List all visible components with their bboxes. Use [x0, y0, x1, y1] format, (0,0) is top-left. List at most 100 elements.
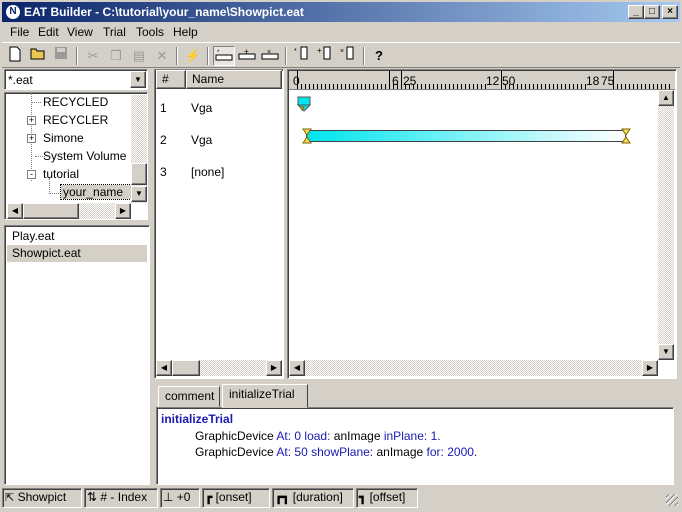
scroll-right-icon[interactable]: ▶	[642, 360, 658, 376]
onset-icon: ┏	[205, 490, 213, 504]
resize-grip-icon[interactable]	[666, 494, 678, 506]
svg-text:×: ×	[340, 48, 344, 55]
file-item-play[interactable]: Play.eat	[7, 228, 147, 245]
ruler-label: 18	[586, 74, 600, 88]
trial-name: Vga	[191, 101, 213, 115]
svg-text:+: +	[244, 48, 249, 56]
offset-icon: ┓	[359, 490, 367, 504]
copy-icon[interactable]: ❐	[105, 46, 127, 66]
status-duration[interactable]: ┏┓ [duration]	[272, 488, 354, 508]
timeline-vertical-scrollbar[interactable]	[658, 90, 674, 360]
onset-handle-icon[interactable]	[302, 128, 312, 147]
trial-list[interactable]: # Name 1 Vga 2 Vga 3 [none] ◀ ▶	[154, 69, 284, 379]
file-filter-combo[interactable]: *.eat ▼	[4, 69, 148, 90]
scroll-right-icon[interactable]: ▶	[115, 203, 131, 219]
menu-view[interactable]: View	[67, 25, 93, 39]
scroll-left-icon[interactable]: ◀	[7, 203, 23, 219]
scroll-thumb[interactable]	[131, 163, 147, 185]
save-icon[interactable]	[50, 46, 72, 66]
scroll-right-icon[interactable]: ▶	[266, 360, 282, 376]
trial-row[interactable]: 2 Vga	[155, 130, 281, 150]
duration-icon: ┏┓	[275, 490, 290, 504]
offset-handle-icon[interactable]	[621, 128, 631, 147]
menu-trial[interactable]: Trial	[103, 25, 126, 39]
maximize-button[interactable]: □	[644, 5, 660, 19]
scroll-left-icon[interactable]: ◀	[289, 360, 305, 376]
directory-tree[interactable]: RECYCLED + RECYCLER + Simone System Volu…	[4, 92, 148, 220]
status-index[interactable]: ⇅ # - Index	[84, 488, 158, 508]
script-editor[interactable]: initializeTrial GraphicDevice At: 0 load…	[156, 407, 674, 485]
add-trial-before-icon[interactable]: *	[291, 46, 313, 66]
scroll-thumb[interactable]	[172, 360, 200, 376]
pointer-icon: ⇱	[5, 492, 15, 504]
paste-icon[interactable]: ▤	[128, 46, 150, 66]
remove-trial-icon[interactable]: ×	[337, 46, 359, 66]
collapse-icon[interactable]: -	[27, 170, 36, 179]
column-header-name[interactable]: Name	[186, 70, 282, 89]
trial-index: 3	[160, 165, 167, 179]
run-icon[interactable]: ⚡	[182, 46, 204, 66]
tree-item-recycled[interactable]: RECYCLED	[43, 95, 108, 109]
new-icon[interactable]	[4, 46, 26, 66]
title-bar: N EAT Builder - C:\tutorial\your_name\Sh…	[2, 2, 680, 22]
timeline-horizontal-scrollbar[interactable]	[289, 360, 658, 376]
ruler-label: 25	[403, 74, 417, 88]
show-event-bar[interactable]	[306, 130, 626, 142]
insert-icon[interactable]: +	[236, 46, 258, 66]
minimize-button[interactable]: _	[628, 5, 644, 19]
trial-row[interactable]: 3 [none]	[155, 162, 281, 182]
tree-item-tutorial[interactable]: tutorial	[43, 167, 79, 181]
ruler-label: 75	[601, 74, 615, 88]
remove-icon[interactable]: ×	[259, 46, 281, 66]
column-header-index[interactable]: #	[156, 70, 186, 89]
trial-name: Vga	[191, 133, 213, 147]
script-line: GraphicDevice At: 0 load: anImage inPlan…	[195, 429, 441, 443]
add-trial-icon[interactable]: +	[314, 46, 336, 66]
menu-help[interactable]: Help	[173, 25, 198, 39]
file-list[interactable]: Play.eat Showpict.eat	[4, 225, 150, 485]
close-button[interactable]: ×	[662, 5, 678, 19]
scroll-down-icon[interactable]: ▼	[131, 186, 147, 202]
tree-item-recycler[interactable]: RECYCLER	[43, 113, 108, 127]
expand-icon[interactable]: +	[27, 116, 36, 125]
menu-tools[interactable]: Tools	[136, 25, 164, 39]
time-ruler: 0 6 25 12 50 18 75	[289, 71, 675, 90]
scroll-left-icon[interactable]: ◀	[156, 360, 172, 376]
load-event-marker[interactable]	[296, 96, 312, 115]
window-title: EAT Builder - C:\tutorial\your_name\Show…	[24, 5, 304, 19]
open-icon[interactable]	[27, 46, 49, 66]
chevron-down-icon[interactable]: ▼	[130, 71, 146, 88]
help-icon[interactable]: ?	[368, 46, 390, 66]
tab-comment[interactable]: comment	[158, 386, 220, 407]
ruler-label: 50	[502, 74, 516, 88]
status-file: ⇱ Showpict	[2, 488, 82, 508]
svg-text:×: ×	[267, 49, 271, 56]
trial-row[interactable]: 1 Vga	[155, 98, 281, 118]
tab-initialize-trial[interactable]: initializeTrial	[222, 384, 308, 408]
tree-item-your-name[interactable]: your_name	[60, 184, 132, 200]
insert-first-icon[interactable]: *	[213, 46, 235, 66]
tree-item-simone[interactable]: Simone	[43, 131, 84, 145]
scroll-thumb[interactable]	[23, 203, 79, 219]
delete-icon[interactable]: ✕	[151, 46, 173, 66]
menu-file[interactable]: File	[10, 25, 29, 39]
align-icon: ⊥	[163, 490, 174, 504]
status-onset[interactable]: ┏ [onset]	[202, 488, 270, 508]
scroll-up-icon[interactable]: ▲	[658, 90, 674, 106]
svg-text:*: *	[294, 48, 297, 55]
expand-icon[interactable]: +	[27, 134, 36, 143]
scroll-down-icon[interactable]: ▼	[658, 344, 674, 360]
status-offset-value[interactable]: ⊥ +0	[160, 488, 200, 508]
file-item-showpict[interactable]: Showpict.eat	[7, 245, 147, 262]
sort-icon: ⇅	[87, 490, 98, 504]
ruler-label: 12	[486, 74, 500, 88]
tree-item-system-volume[interactable]: System Volume	[43, 149, 126, 163]
script-header: initializeTrial	[161, 412, 234, 426]
trial-name: [none]	[191, 165, 225, 179]
timeline-panel[interactable]: 0 6 25 12 50 18 75 ▲ ▼ ◀ ▶	[287, 69, 677, 379]
ruler-label: 0	[293, 74, 300, 88]
trial-index: 2	[160, 133, 167, 147]
cut-icon[interactable]: ✂	[82, 46, 104, 66]
menu-edit[interactable]: Edit	[38, 25, 59, 39]
status-offset[interactable]: ┓ [offset]	[356, 488, 418, 508]
